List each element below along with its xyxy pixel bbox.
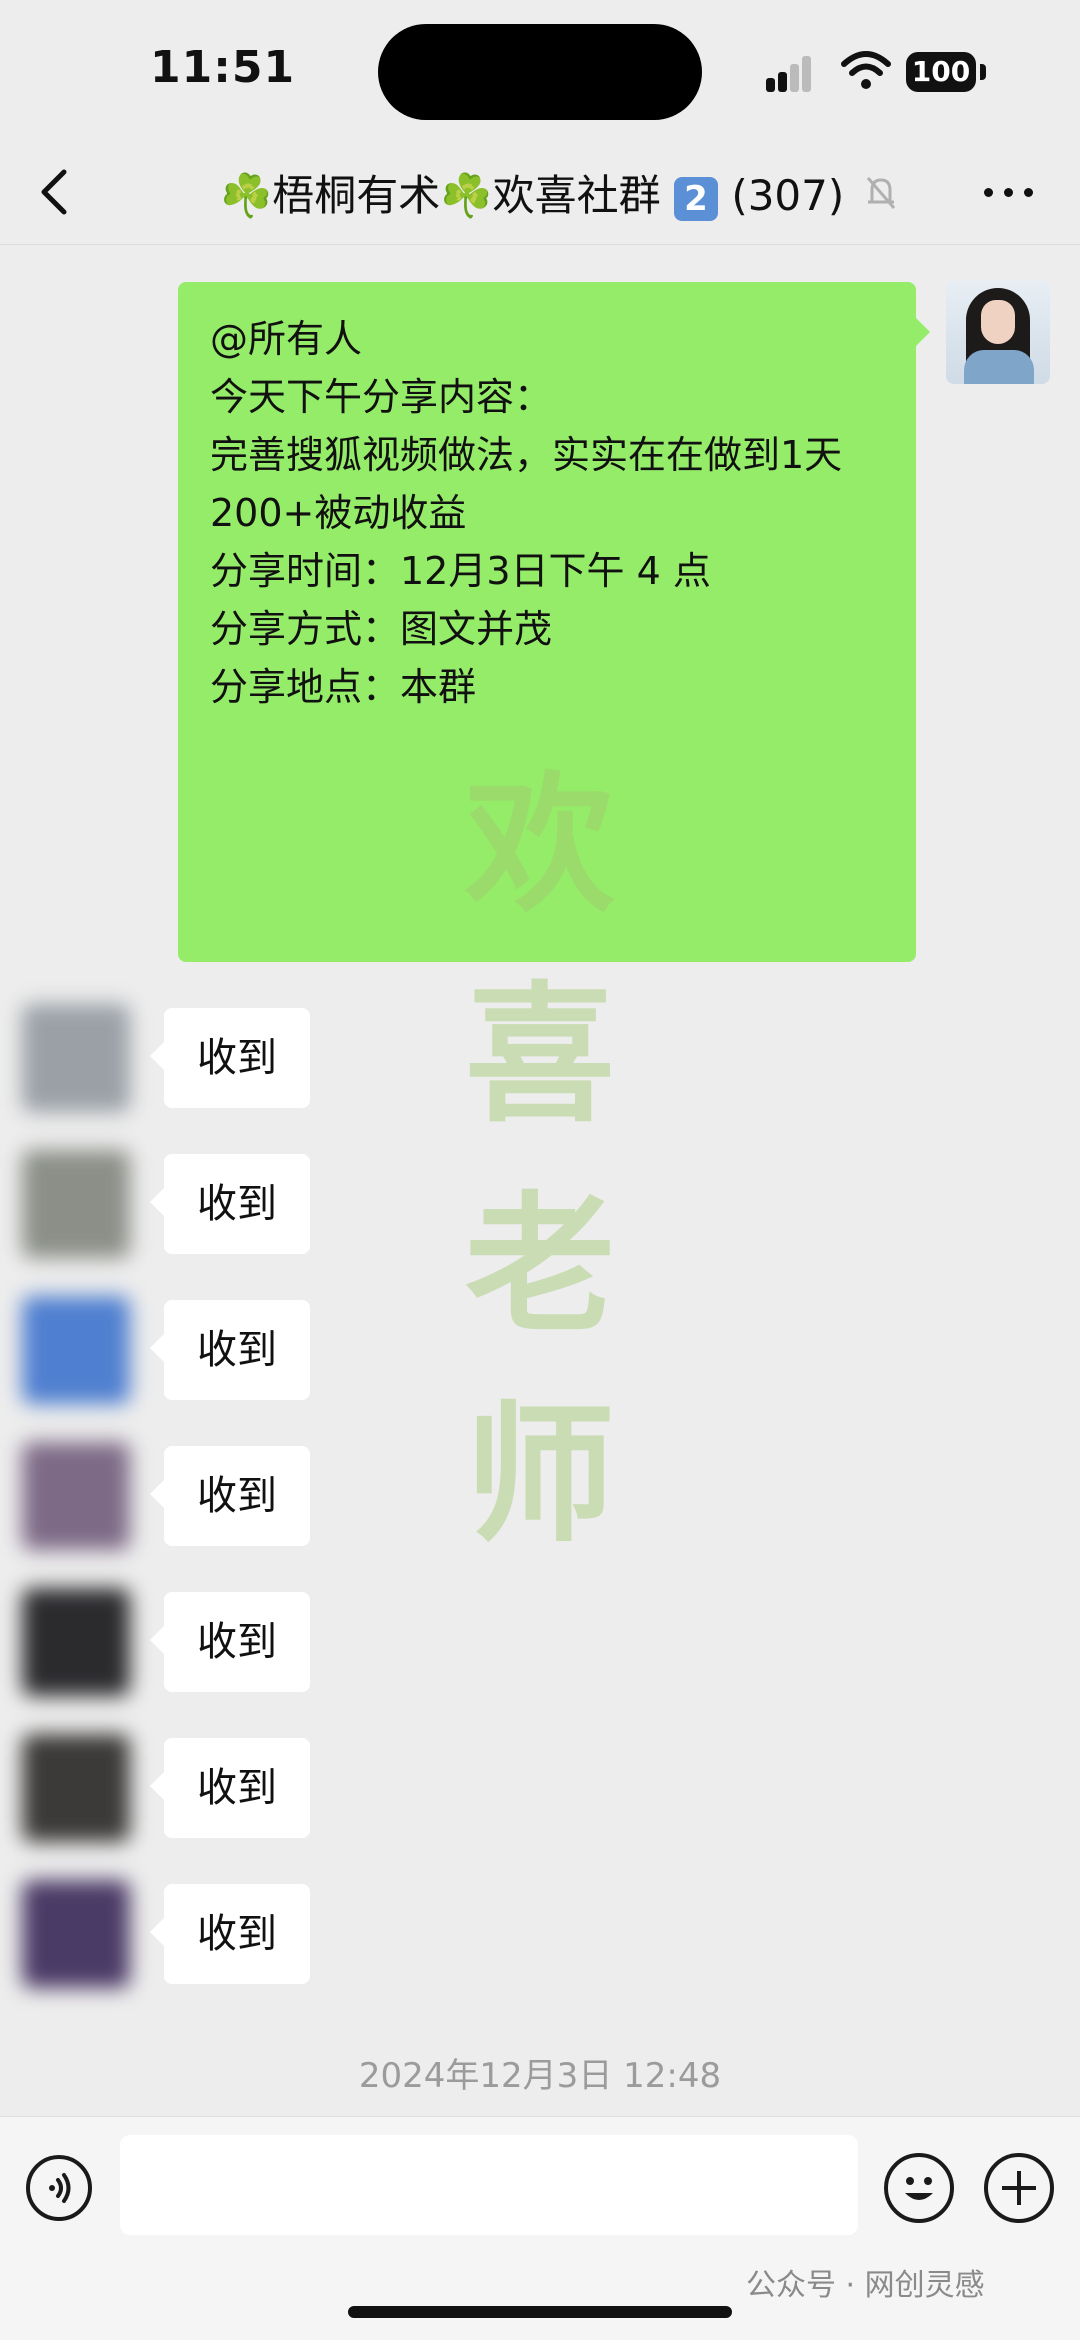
- message-line: 今天下午分享内容：: [210, 375, 553, 419]
- chat-header: ☘️梧桐有术☘️欢喜社群 2 (307): [0, 140, 1080, 245]
- credit-watermark: 公众号 · 网创灵感: [746, 2268, 985, 2303]
- watermark-char: 老: [464, 1177, 615, 1353]
- message-line: 分享时间：12月3日下午 4 点: [210, 549, 711, 593]
- status-time: 11:51: [150, 42, 296, 93]
- my-avatar[interactable]: [946, 280, 1050, 384]
- member-avatar[interactable]: [22, 1296, 130, 1404]
- watermark-char: 欢: [464, 757, 615, 933]
- message-line: 分享方式：图文并茂: [210, 607, 553, 651]
- member-count: (307): [731, 171, 845, 220]
- status-bar: 11:51 100: [0, 0, 1080, 140]
- more-options-icon[interactable]: [984, 180, 1036, 204]
- watermark-char: 喜: [464, 967, 615, 1143]
- watermark-char: 师: [464, 1387, 615, 1563]
- message-line: 分享地点：本群: [210, 665, 477, 709]
- group-number-badge: 2: [673, 176, 718, 221]
- add-attachment-icon[interactable]: [984, 2153, 1054, 2223]
- reply-bubble[interactable]: 收到: [150, 1300, 310, 1400]
- reply-bubble[interactable]: 收到: [150, 1738, 310, 1838]
- back-arrow-icon[interactable]: [32, 166, 82, 218]
- dynamic-island: [378, 24, 702, 120]
- reply-row: 收到: [0, 1730, 1080, 1842]
- chat-title-name: ☘️梧桐有术☘️欢喜社群: [220, 171, 661, 220]
- home-indicator[interactable]: [348, 2306, 732, 2318]
- reply-row: 收到: [0, 1876, 1080, 1988]
- member-avatar[interactable]: [22, 1150, 130, 1258]
- wifi-icon: [841, 51, 891, 89]
- reply-bubble[interactable]: 收到: [150, 1154, 310, 1254]
- message-timestamp: 2024年12月3日 12:48: [358, 2056, 722, 2096]
- mute-bell-icon: [866, 177, 896, 209]
- reply-bubble[interactable]: 收到: [150, 1884, 310, 1984]
- member-avatar[interactable]: [22, 1588, 130, 1696]
- emoji-icon[interactable]: [884, 2153, 954, 2223]
- member-avatar[interactable]: [22, 1734, 130, 1842]
- battery-nub: [980, 64, 986, 80]
- voice-input-icon[interactable]: [26, 2155, 92, 2221]
- member-avatar[interactable]: [22, 1880, 130, 1988]
- reply-bubble[interactable]: 收到: [150, 1592, 310, 1692]
- message-line: 完善搜狐视频做法，实实在在做到1天200+被动收益: [210, 433, 843, 535]
- message-line: @所有人: [210, 317, 363, 361]
- reply-row: 收到: [0, 1584, 1080, 1696]
- reply-bubble[interactable]: 收到: [150, 1008, 310, 1108]
- watermark: 欢 喜 老 师: [455, 740, 625, 1580]
- reply-bubble[interactable]: 收到: [150, 1446, 310, 1546]
- battery-indicator: 100: [906, 52, 976, 92]
- member-avatar[interactable]: [22, 1442, 130, 1550]
- chat-title: ☘️梧桐有术☘️欢喜社群 2 (307): [220, 162, 860, 223]
- member-avatar[interactable]: [22, 1004, 130, 1112]
- message-input[interactable]: [120, 2135, 858, 2235]
- cellular-signal-icon: [766, 56, 812, 92]
